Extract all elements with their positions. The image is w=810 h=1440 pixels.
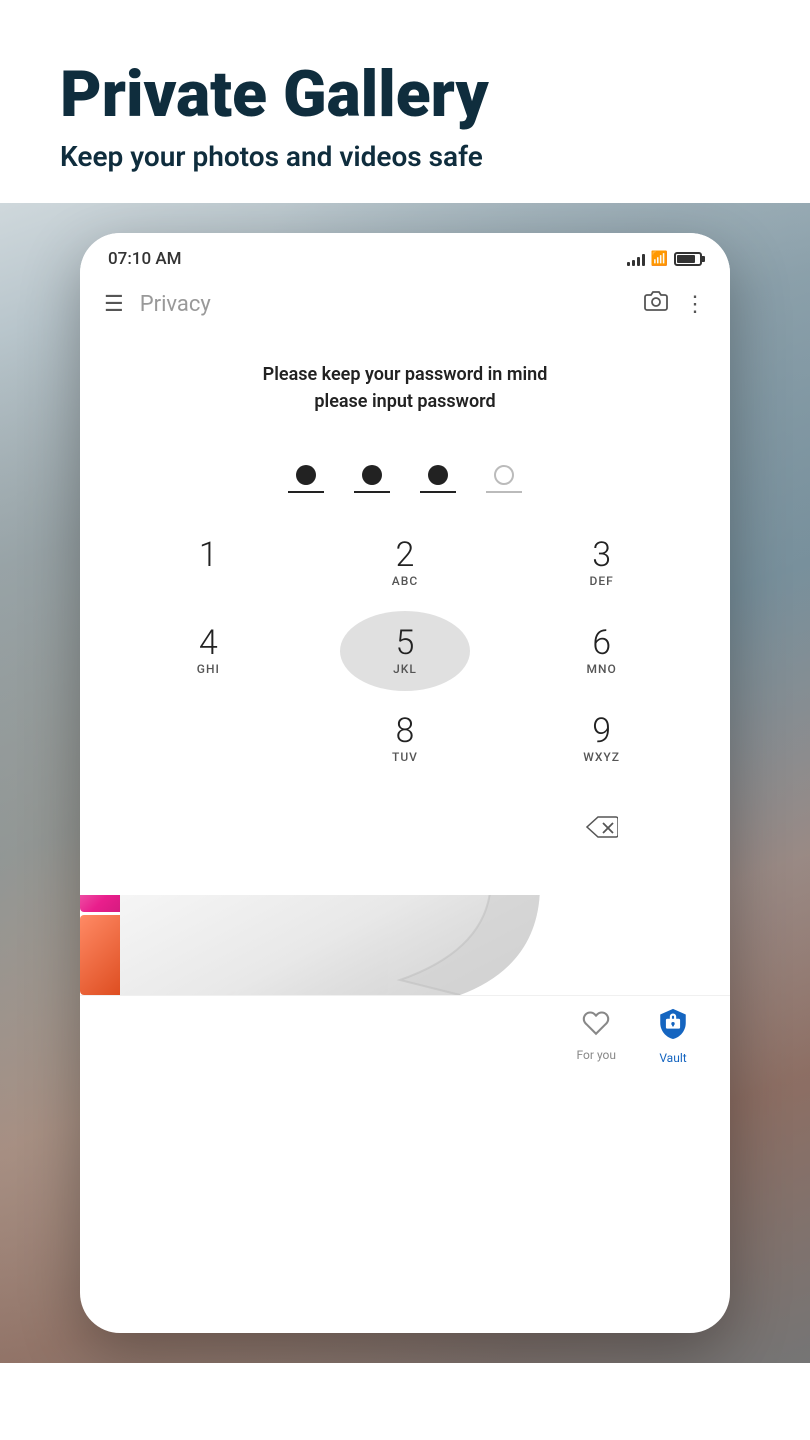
background-section: 07:10 AM 📶 ☰ Privacy [0,203,810,1363]
hero-header: Private Gallery Keep your photos and vid… [0,0,810,203]
backspace-icon [586,816,618,838]
app-title: Privacy [140,292,644,317]
key-6[interactable]: 6 MNO [537,611,667,691]
key-9-letters: WXYZ [583,750,620,764]
key-8-number: 8 [396,714,415,748]
key-3[interactable]: 3 DEF [537,523,667,603]
camera-icon[interactable] [644,289,668,319]
key-6-letters: MNO [587,662,617,676]
password-line2: please input password [100,388,710,415]
hamburger-menu-icon[interactable]: ☰ [104,292,124,317]
key-1-number: 1 [199,538,218,572]
key-5[interactable]: 5 JKL [340,611,470,691]
gallery-preview: Willst du zu... Willst du zu Abend ess..… [80,895,730,995]
key-1[interactable]: 1 [143,523,273,603]
vault-shield-icon [656,1006,690,1047]
pin-dot-filled-3 [428,465,448,485]
key-9-number: 9 [592,714,611,748]
battery-icon [674,252,702,266]
numpad-row-3: 7 PQRS 8 TUV 9 WXYZ [110,699,700,779]
app-bar: ☰ Privacy ⋮ [80,277,730,331]
key-backspace[interactable] [537,787,667,867]
numpad-row-1: 1 2 ABC 3 DEF [110,523,700,603]
numpad-row-4: 0 + [110,787,700,867]
bottom-nav: For you Vau [80,995,730,1075]
key-2-number: 2 [396,538,415,572]
key-5-letters: JKL [393,662,417,676]
pin-underline-4 [486,491,522,493]
password-section: Please keep your password in mind please… [80,331,730,435]
key-3-number: 3 [592,538,611,572]
vault-label: Vault [659,1051,686,1065]
key-4-number: 4 [199,626,218,660]
signal-icon [627,252,645,266]
more-options-icon[interactable]: ⋮ [684,292,706,317]
for-you-label: For you [577,1048,616,1062]
pin-dot-2 [354,465,390,493]
key-2-letters: ABC [392,574,418,588]
key-9[interactable]: 9 WXYZ [537,699,667,779]
password-line1: Please keep your password in mind [100,361,710,388]
status-time: 07:10 AM [108,249,182,269]
key-empty [143,787,273,867]
pin-underline-1 [288,491,324,493]
status-bar: 07:10 AM 📶 [80,233,730,277]
bottom-area: Willst du zu... Willst du zu Abend ess..… [80,895,730,1075]
numpad-row-2: 4 GHI 5 JKL 6 MNO [110,611,700,691]
gallery-thumb-chat: Willst du zu... Willst du zu Abend ess..… [238,895,388,994]
key-3-letters: DEF [590,574,614,588]
status-icons: 📶 [627,251,702,267]
key-1-letters [206,574,210,588]
key-6-number: 6 [592,626,611,660]
pin-dot-3 [420,465,456,493]
key-8-letters: TUV [392,750,418,764]
heart-icon [582,1009,610,1044]
gallery-col-1 [80,895,235,995]
key-2[interactable]: 2 ABC [340,523,470,603]
key-4-letters: GHI [197,662,220,676]
wifi-icon: 📶 [651,251,668,267]
pin-underline-2 [354,491,390,493]
pin-underline-3 [420,491,456,493]
pin-dot-1 [288,465,324,493]
pin-dot-4 [486,465,522,493]
nav-item-vault[interactable]: Vault [656,1006,690,1065]
pin-dot-filled-1 [296,465,316,485]
gallery-thumb-couple [80,895,235,912]
key-8[interactable]: 8 TUV [340,699,470,779]
pin-dot-empty-4 [494,465,514,485]
pin-dots [80,465,730,493]
key-4[interactable]: 4 GHI [143,611,273,691]
phone-mockup: 07:10 AM 📶 ☰ Privacy [80,233,730,1333]
hero-subtitle: Keep your photos and videos safe [60,140,750,173]
nav-item-for-you[interactable]: For you [577,1009,616,1062]
gallery-col-2: Willst du zu... Willst du zu Abend ess..… [238,895,730,995]
numpad: 1 2 ABC 3 DEF 4 GHI 5 [80,503,730,895]
hero-title: Private Gallery [60,60,750,130]
key-5-number: 5 [396,626,415,660]
gallery-thumb-warm [80,915,235,995]
pin-dot-filled-2 [362,465,382,485]
